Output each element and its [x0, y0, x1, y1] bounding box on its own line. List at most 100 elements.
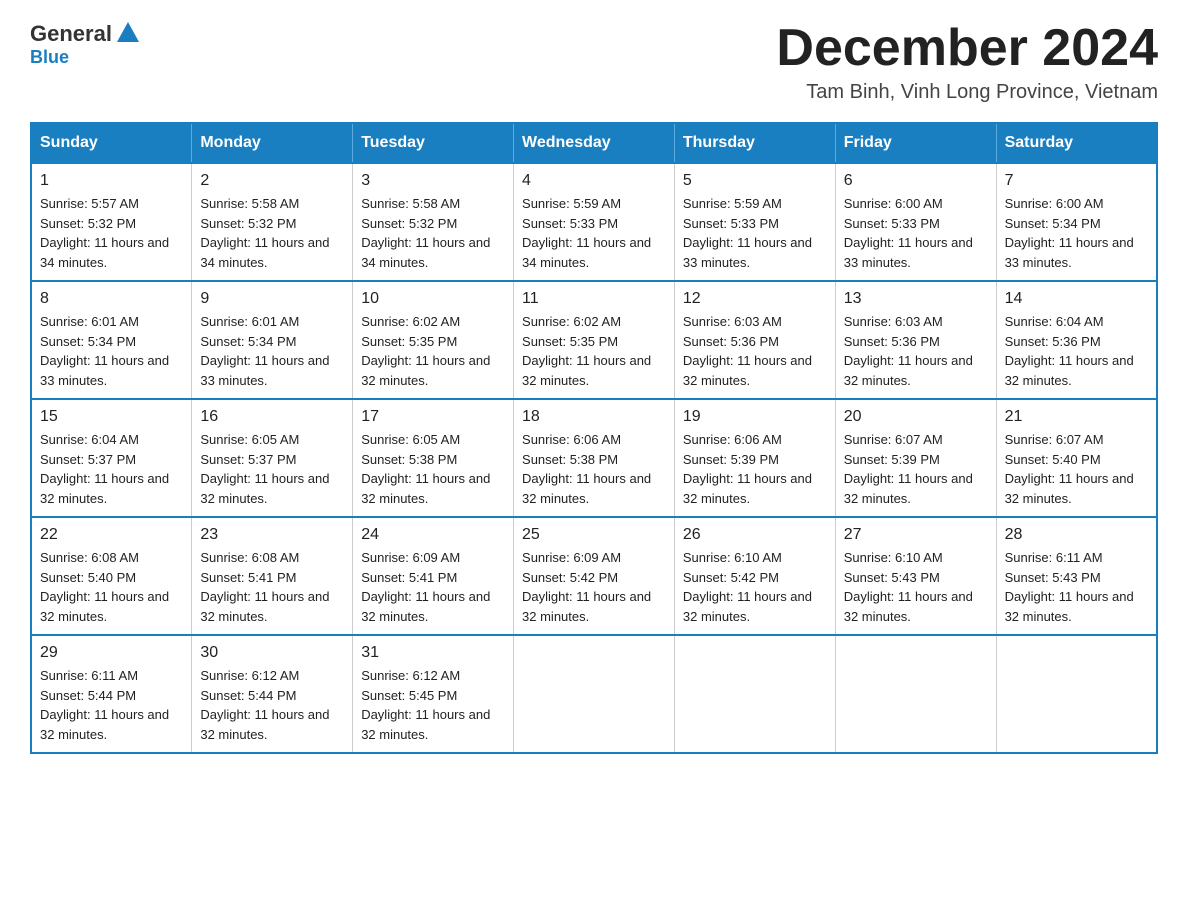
day-number: 1 — [40, 172, 183, 190]
day-number: 24 — [361, 526, 505, 544]
day-info: Sunrise: 6:02 AMSunset: 5:35 PMDaylight:… — [522, 312, 666, 390]
day-info: Sunrise: 6:07 AMSunset: 5:39 PMDaylight:… — [844, 430, 988, 508]
day-header-tuesday: Tuesday — [353, 123, 514, 163]
calendar-table: SundayMondayTuesdayWednesdayThursdayFrid… — [30, 122, 1158, 754]
calendar-week-row: 29Sunrise: 6:11 AMSunset: 5:44 PMDayligh… — [31, 635, 1157, 753]
day-number: 10 — [361, 290, 505, 308]
calendar-cell: 15 Sunrise: 6:04 AMSunset: 5:37 PMDayligh… — [31, 399, 192, 517]
day-info: Sunrise: 6:05 AMSunset: 5:38 PMDaylight:… — [361, 430, 505, 508]
day-number: 27 — [844, 526, 988, 544]
calendar-cell: 31 Sunrise: 6:12 AMSunset: 5:45 PMDayligh… — [353, 635, 514, 753]
calendar-cell: 29Sunrise: 6:11 AMSunset: 5:44 PMDayligh… — [31, 635, 192, 753]
day-number: 30 — [200, 644, 344, 662]
day-number: 31 — [361, 644, 505, 662]
day-info: Sunrise: 6:08 AMSunset: 5:41 PMDaylight:… — [200, 548, 344, 626]
day-header-monday: Monday — [192, 123, 353, 163]
day-number: 23 — [200, 526, 344, 544]
day-header-saturday: Saturday — [996, 123, 1157, 163]
calendar-cell: 17 Sunrise: 6:05 AMSunset: 5:38 PMDayligh… — [353, 399, 514, 517]
day-number: 2 — [200, 172, 344, 190]
calendar-cell: 13 Sunrise: 6:03 AMSunset: 5:36 PMDayligh… — [835, 281, 996, 399]
day-number: 13 — [844, 290, 988, 308]
calendar-cell: 14Sunrise: 6:04 AMSunset: 5:36 PMDayligh… — [996, 281, 1157, 399]
day-number: 21 — [1005, 408, 1148, 426]
calendar-cell: 8 Sunrise: 6:01 AMSunset: 5:34 PMDaylight… — [31, 281, 192, 399]
title-section: December 2024 Tam Binh, Vinh Long Provin… — [776, 20, 1158, 104]
day-number: 3 — [361, 172, 505, 190]
day-number: 20 — [844, 408, 988, 426]
day-info: Sunrise: 6:03 AMSunset: 5:36 PMDaylight:… — [683, 312, 827, 390]
day-info: Sunrise: 6:11 AMSunset: 5:43 PMDaylight:… — [1005, 548, 1148, 626]
day-number: 19 — [683, 408, 827, 426]
day-info: Sunrise: 5:58 AMSunset: 5:32 PMDaylight:… — [361, 194, 505, 272]
day-info: Sunrise: 6:03 AMSunset: 5:36 PMDaylight:… — [844, 312, 988, 390]
day-info: Sunrise: 6:10 AMSunset: 5:42 PMDaylight:… — [683, 548, 827, 626]
day-header-sunday: Sunday — [31, 123, 192, 163]
day-info: Sunrise: 6:00 AMSunset: 5:33 PMDaylight:… — [844, 194, 988, 272]
calendar-header-row: SundayMondayTuesdayWednesdayThursdayFrid… — [31, 123, 1157, 163]
day-info: Sunrise: 5:57 AMSunset: 5:32 PMDaylight:… — [40, 194, 183, 272]
day-header-wednesday: Wednesday — [514, 123, 675, 163]
calendar-cell: 11 Sunrise: 6:02 AMSunset: 5:35 PMDayligh… — [514, 281, 675, 399]
day-number: 26 — [683, 526, 827, 544]
day-info: Sunrise: 5:59 AMSunset: 5:33 PMDaylight:… — [522, 194, 666, 272]
location-title: Tam Binh, Vinh Long Province, Vietnam — [776, 81, 1158, 104]
day-number: 25 — [522, 526, 666, 544]
day-number: 6 — [844, 172, 988, 190]
calendar-cell: 6 Sunrise: 6:00 AMSunset: 5:33 PMDaylight… — [835, 163, 996, 281]
calendar-cell: 19 Sunrise: 6:06 AMSunset: 5:39 PMDayligh… — [674, 399, 835, 517]
logo-blue-text: Blue — [30, 47, 69, 67]
day-number: 7 — [1005, 172, 1148, 190]
day-info: Sunrise: 6:00 AMSunset: 5:34 PMDaylight:… — [1005, 194, 1148, 272]
day-info: Sunrise: 6:01 AMSunset: 5:34 PMDaylight:… — [40, 312, 183, 390]
calendar-cell: 30Sunrise: 6:12 AMSunset: 5:44 PMDayligh… — [192, 635, 353, 753]
day-number: 11 — [522, 290, 666, 308]
calendar-cell: 5Sunrise: 5:59 AMSunset: 5:33 PMDaylight… — [674, 163, 835, 281]
logo: General Blue — [30, 20, 139, 68]
day-number: 9 — [200, 290, 344, 308]
day-number: 8 — [40, 290, 183, 308]
calendar-cell: 9Sunrise: 6:01 AMSunset: 5:34 PMDaylight… — [192, 281, 353, 399]
calendar-cell: 22Sunrise: 6:08 AMSunset: 5:40 PMDayligh… — [31, 517, 192, 635]
calendar-cell: 23 Sunrise: 6:08 AMSunset: 5:41 PMDayligh… — [192, 517, 353, 635]
calendar-cell: 10 Sunrise: 6:02 AMSunset: 5:35 PMDayligh… — [353, 281, 514, 399]
day-info: Sunrise: 6:04 AMSunset: 5:37 PMDaylight:… — [40, 430, 183, 508]
calendar-cell: 24 Sunrise: 6:09 AMSunset: 5:41 PMDayligh… — [353, 517, 514, 635]
calendar-week-row: 15 Sunrise: 6:04 AMSunset: 5:37 PMDayligh… — [31, 399, 1157, 517]
day-number: 12 — [683, 290, 827, 308]
calendar-cell: 25Sunrise: 6:09 AMSunset: 5:42 PMDayligh… — [514, 517, 675, 635]
day-info: Sunrise: 6:02 AMSunset: 5:35 PMDaylight:… — [361, 312, 505, 390]
logo-triangle-icon — [117, 22, 139, 42]
day-number: 15 — [40, 408, 183, 426]
day-number: 17 — [361, 408, 505, 426]
day-header-friday: Friday — [835, 123, 996, 163]
calendar-week-row: 8 Sunrise: 6:01 AMSunset: 5:34 PMDaylight… — [31, 281, 1157, 399]
calendar-cell: 18 Sunrise: 6:06 AMSunset: 5:38 PMDayligh… — [514, 399, 675, 517]
logo-general-text: General — [30, 21, 112, 47]
calendar-week-row: 1 Sunrise: 5:57 AMSunset: 5:32 PMDaylight… — [31, 163, 1157, 281]
calendar-cell: 2Sunrise: 5:58 AMSunset: 5:32 PMDaylight… — [192, 163, 353, 281]
day-info: Sunrise: 6:10 AMSunset: 5:43 PMDaylight:… — [844, 548, 988, 626]
day-info: Sunrise: 6:09 AMSunset: 5:41 PMDaylight:… — [361, 548, 505, 626]
day-number: 28 — [1005, 526, 1148, 544]
calendar-cell: 7 Sunrise: 6:00 AMSunset: 5:34 PMDaylight… — [996, 163, 1157, 281]
day-number: 4 — [522, 172, 666, 190]
calendar-cell — [835, 635, 996, 753]
calendar-cell — [674, 635, 835, 753]
day-number: 22 — [40, 526, 183, 544]
calendar-cell — [514, 635, 675, 753]
calendar-cell: 26 Sunrise: 6:10 AMSunset: 5:42 PMDayligh… — [674, 517, 835, 635]
day-number: 29 — [40, 644, 183, 662]
calendar-cell: 12 Sunrise: 6:03 AMSunset: 5:36 PMDayligh… — [674, 281, 835, 399]
calendar-cell — [996, 635, 1157, 753]
day-number: 18 — [522, 408, 666, 426]
day-info: Sunrise: 6:05 AMSunset: 5:37 PMDaylight:… — [200, 430, 344, 508]
day-info: Sunrise: 6:06 AMSunset: 5:38 PMDaylight:… — [522, 430, 666, 508]
calendar-cell: 4 Sunrise: 5:59 AMSunset: 5:33 PMDaylight… — [514, 163, 675, 281]
calendar-cell: 20 Sunrise: 6:07 AMSunset: 5:39 PMDayligh… — [835, 399, 996, 517]
day-info: Sunrise: 6:06 AMSunset: 5:39 PMDaylight:… — [683, 430, 827, 508]
day-info: Sunrise: 6:12 AMSunset: 5:45 PMDaylight:… — [361, 666, 505, 744]
day-number: 16 — [200, 408, 344, 426]
calendar-cell: 21Sunrise: 6:07 AMSunset: 5:40 PMDayligh… — [996, 399, 1157, 517]
day-info: Sunrise: 6:04 AMSunset: 5:36 PMDaylight:… — [1005, 312, 1148, 390]
